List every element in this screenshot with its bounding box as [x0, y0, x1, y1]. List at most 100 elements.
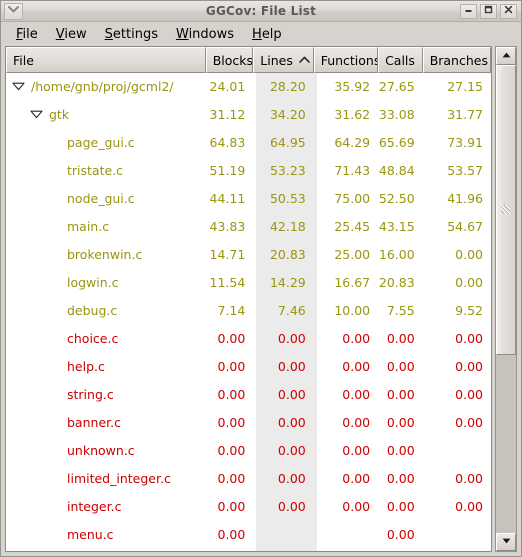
cell-branches: 0.00 — [455, 360, 483, 374]
column-header-file[interactable]: File — [6, 47, 206, 73]
cell-functions: 35.92 — [334, 80, 371, 94]
table-row[interactable]: tristate.c 51.19 53.23 71.43 48.84 53.57 — [6, 157, 491, 185]
table-header-row: File Blocks Lines Functions Calls Branches — [6, 47, 491, 73]
scroll-up-button[interactable] — [496, 47, 516, 65]
table-row[interactable]: string.c 0.00 0.00 0.00 0.00 0.00 — [6, 381, 491, 409]
cell-blocks: 0.00 — [217, 528, 246, 542]
scrollbar-thumb[interactable] — [496, 65, 516, 356]
file-name-label: limited_integer.c — [67, 472, 171, 486]
cell-blocks: 0.00 — [217, 388, 246, 402]
cell-calls: 43.15 — [378, 220, 415, 234]
cell-blocks: 7.14 — [217, 304, 246, 318]
cell-lines: 0.00 — [277, 444, 306, 458]
cell-blocks: 0.00 — [217, 416, 246, 430]
menu-item-file[interactable]: File — [7, 25, 47, 44]
file-name-label: choice.c — [67, 332, 119, 346]
window-menu-button[interactable] — [4, 2, 23, 20]
table-row[interactable]: limited_integer.c 0.00 0.00 0.00 0.00 0.00 — [6, 465, 491, 493]
cell-functions: 0.00 — [342, 444, 371, 458]
cell-functions: 0.00 — [342, 388, 371, 402]
cell-file: node_gui.c — [6, 193, 206, 206]
table-row[interactable]: libcml21.1225.9538.4023.3426.33 — [6, 549, 491, 551]
table-row[interactable]: brokenwin.c 14.71 20.83 25.00 16.00 0.00 — [6, 241, 491, 269]
table-body-viewport[interactable]: /home/gnb/proj/gcml2/24.01 28.20 35.92 27.6… — [6, 73, 491, 551]
cell-lines: 53.23 — [269, 164, 306, 178]
menu-item-view[interactable]: View — [47, 25, 96, 44]
chevron-down-icon — [8, 6, 19, 16]
cell-lines: 42.18 — [269, 220, 306, 234]
table-row[interactable]: menu.c 0.00 0.00 — [6, 521, 491, 549]
table-row[interactable]: unknown.c 0.00 0.00 0.00 0.00 — [6, 437, 491, 465]
cell-branches: 31.77 — [447, 108, 483, 122]
menu-item-windows[interactable]: Windows — [167, 25, 243, 44]
cell-branches: 0.00 — [455, 276, 483, 290]
cell-lines: 7.46 — [277, 304, 306, 318]
scrollbar-track[interactable] — [496, 65, 516, 533]
cell-blocks: 0.00 — [217, 444, 246, 458]
maximize-button[interactable] — [480, 3, 497, 19]
cell-lines: 14.29 — [269, 276, 306, 290]
title-bar: GGCov: File List — [1, 1, 521, 22]
cell-calls: 0.00 — [386, 444, 415, 458]
table-row[interactable]: node_gui.c 44.11 50.53 75.00 52.50 41.96 — [6, 185, 491, 213]
column-header-label: Blocks — [212, 52, 254, 68]
cell-blocks: 51.19 — [209, 164, 246, 178]
menu-item-label: File — [16, 26, 38, 42]
cell-file: logwin.c — [6, 277, 206, 290]
table-row[interactable]: banner.c 0.00 0.00 0.00 0.00 0.00 — [6, 409, 491, 437]
cell-branches: 41.96 — [447, 192, 483, 206]
cell-calls: 52.50 — [378, 192, 415, 206]
cell-blocks: 0.00 — [217, 332, 246, 346]
table-row[interactable]: help.c 0.00 0.00 0.00 0.00 0.00 — [6, 353, 491, 381]
column-header-calls[interactable]: Calls — [378, 47, 423, 73]
cell-blocks: 0.00 — [217, 472, 246, 486]
cell-lines: 0.00 — [277, 388, 306, 402]
column-header-branches[interactable]: Branches — [422, 47, 491, 73]
triangle-up-icon — [502, 52, 511, 60]
tree-expander-expanded-icon[interactable] — [30, 109, 43, 122]
minimize-button[interactable] — [460, 3, 477, 19]
column-header-functions[interactable]: Functions — [313, 47, 379, 73]
cell-file: integer.c — [6, 501, 206, 514]
cell-branches: 0.00 — [455, 248, 483, 262]
cell-lines: 0.00 — [277, 416, 306, 430]
cell-branches: 73.91 — [447, 136, 483, 150]
table-row[interactable]: debug.c 7.14 7.46 10.00 7.55 9.52 — [6, 297, 491, 325]
close-icon — [504, 5, 513, 17]
cell-branches: 0.00 — [455, 416, 483, 430]
scroll-down-button[interactable] — [496, 533, 516, 551]
tree-expander-expanded-icon[interactable] — [12, 81, 25, 94]
column-header-blocks[interactable]: Blocks — [205, 47, 254, 73]
close-button[interactable] — [500, 3, 517, 19]
table-row[interactable]: integer.c 0.00 0.00 0.00 0.00 0.00 — [6, 493, 491, 521]
cell-calls: 0.00 — [386, 472, 415, 486]
vertical-scrollbar[interactable] — [495, 46, 517, 552]
file-list-panel: File Blocks Lines Functions Calls Branches /h… — [5, 46, 492, 552]
cell-branches: 9.52 — [455, 304, 483, 318]
file-name-label: integer.c — [67, 500, 122, 514]
table-row[interactable]: gtk 31.12 34.20 31.62 33.08 31.77 — [6, 101, 491, 129]
file-name-label: page_gui.c — [67, 136, 135, 150]
cell-lines: 0.00 — [277, 472, 306, 486]
cell-calls: 33.08 — [378, 108, 415, 122]
table-row[interactable]: main.c 43.83 42.18 25.45 43.15 54.67 — [6, 213, 491, 241]
cell-functions: 0.00 — [342, 416, 371, 430]
table-row[interactable]: page_gui.c 64.83 64.95 64.29 65.69 73.91 — [6, 129, 491, 157]
cell-blocks: 14.71 — [209, 248, 246, 262]
file-name-label: logwin.c — [67, 276, 119, 290]
table-row[interactable]: /home/gnb/proj/gcml2/24.01 28.20 35.92 27.6… — [6, 73, 491, 101]
cell-blocks: 11.54 — [209, 276, 246, 290]
table-row[interactable]: logwin.c 11.54 14.29 16.67 20.83 0.00 — [6, 269, 491, 297]
column-header-lines[interactable]: Lines — [253, 47, 314, 73]
table-row[interactable]: choice.c 0.00 0.00 0.00 0.00 0.00 — [6, 325, 491, 353]
cell-file: choice.c — [6, 333, 206, 346]
file-name-label: banner.c — [67, 416, 121, 430]
menu-item-settings[interactable]: Settings — [96, 25, 167, 44]
menu-item-help[interactable]: Help — [243, 25, 291, 44]
file-name-label: unknown.c — [67, 444, 135, 458]
